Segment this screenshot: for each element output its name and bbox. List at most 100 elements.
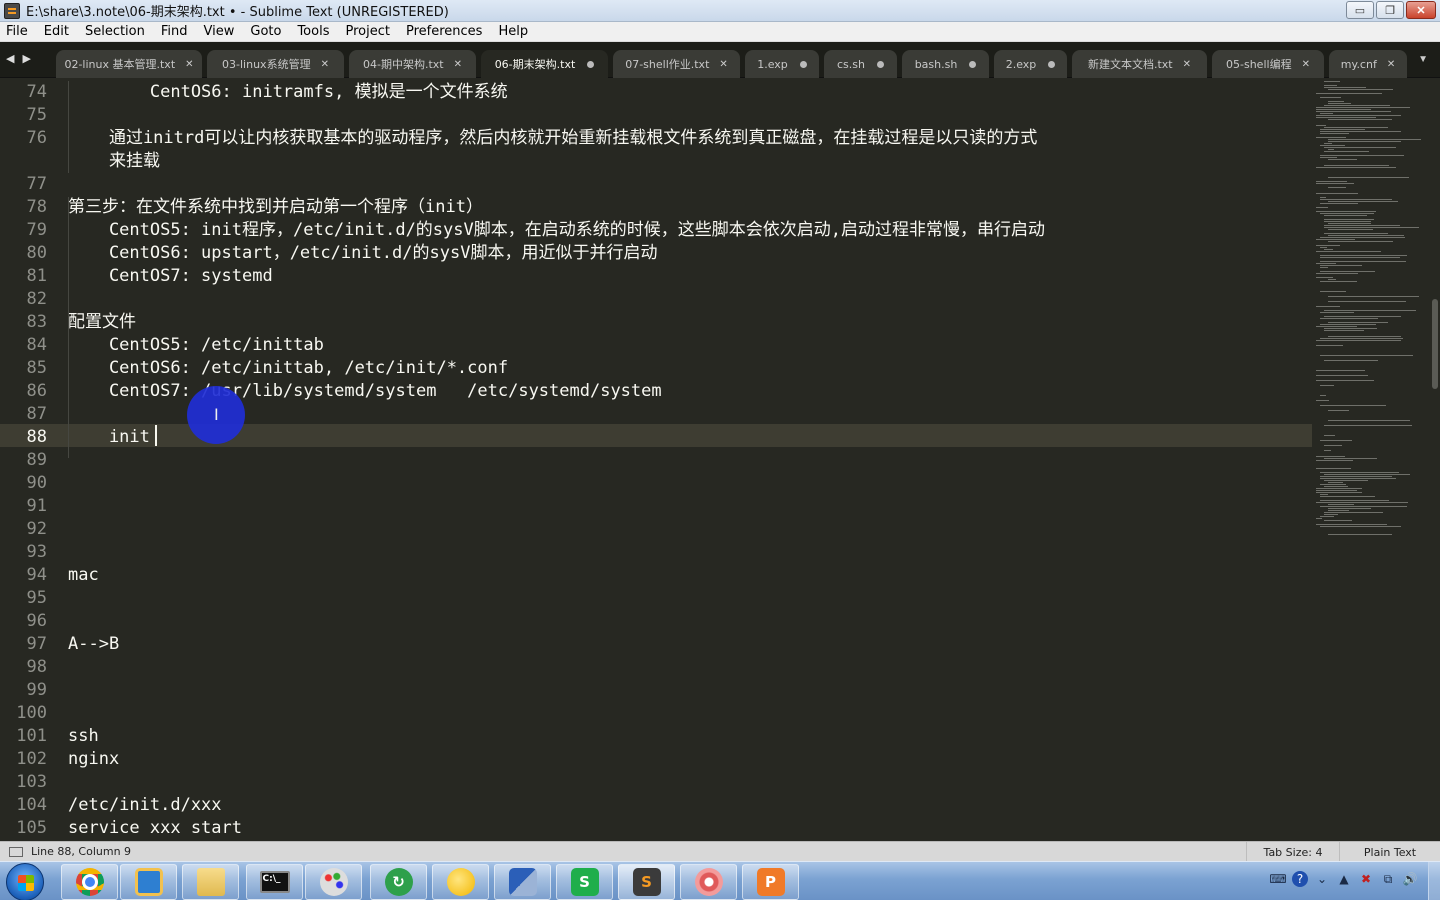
input-method-icon[interactable]: ⌄ bbox=[1314, 871, 1330, 887]
code-line[interactable]: CentOS6: /etc/inittab, /etc/init/*.conf bbox=[68, 357, 508, 380]
menu-bar: File Edit Selection Find View Goto Tools… bbox=[0, 22, 1440, 42]
code-line[interactable]: CentOS6: initramfs, 模拟是一个文件系统 bbox=[68, 81, 508, 104]
code-line[interactable]: /etc/init.d/xxx bbox=[68, 794, 222, 817]
tab-close-icon[interactable]: ✕ bbox=[1387, 59, 1395, 70]
taskbar-shell-client[interactable] bbox=[680, 864, 737, 900]
menu-view[interactable]: View bbox=[202, 24, 237, 39]
tab-back-icon[interactable]: ◀ bbox=[6, 52, 14, 65]
minimap[interactable] bbox=[1312, 79, 1430, 841]
help-icon[interactable]: ? bbox=[1292, 871, 1308, 887]
minimap-line bbox=[1316, 524, 1387, 525]
tab-forward-icon[interactable]: ▶ bbox=[22, 52, 30, 65]
menu-edit[interactable]: Edit bbox=[42, 24, 71, 39]
tab-4[interactable]: 06-期末架构.txt bbox=[481, 50, 608, 78]
taskbar-messenger[interactable] bbox=[432, 864, 489, 900]
code-line[interactable]: 第三步：在文件系统中找到并启动第一个程序（init） bbox=[68, 196, 483, 219]
tab-close-icon[interactable]: ✕ bbox=[185, 59, 193, 70]
code-line[interactable]: nginx bbox=[68, 748, 119, 771]
code-line[interactable]: 配置文件 bbox=[68, 311, 136, 334]
code-line[interactable]: mac bbox=[68, 564, 99, 587]
tab-12[interactable]: my.cnf ✕ bbox=[1329, 50, 1407, 78]
syntax-selector[interactable]: Plain Text bbox=[1339, 842, 1440, 862]
action-center-icon[interactable]: ✖ bbox=[1358, 871, 1374, 887]
menu-selection[interactable]: Selection bbox=[83, 24, 147, 39]
editor-area[interactable]: 74 75 76 77 78 79 80 81 82 83 84 85 86 87 88 89 90 91 92 93… bbox=[0, 79, 1312, 841]
tab-list-dropdown-icon[interactable]: ▼ bbox=[1418, 54, 1428, 65]
tab-9[interactable]: 2.exp bbox=[994, 50, 1067, 78]
tab-label: 03-linux系统管理 bbox=[222, 58, 311, 71]
taskbar-chrome[interactable] bbox=[61, 864, 118, 900]
menu-find[interactable]: Find bbox=[159, 24, 190, 39]
tab-close-icon[interactable]: ✕ bbox=[719, 59, 727, 70]
show-hidden-icons-icon[interactable]: ▲ bbox=[1336, 871, 1352, 887]
line-number: 104 bbox=[16, 795, 47, 815]
vertical-scrollbar[interactable] bbox=[1430, 79, 1440, 841]
tab-close-icon[interactable]: ✕ bbox=[1302, 59, 1310, 70]
minimap-line bbox=[1320, 271, 1375, 272]
tab-2[interactable]: 03-linux系统管理 ✕ bbox=[207, 50, 344, 78]
code-line[interactable]: ssh bbox=[68, 725, 99, 748]
unsaved-dot-icon[interactable] bbox=[799, 60, 807, 68]
code-line[interactable]: CentOS5: init程序，/etc/init.d/的sysV脚本，在启动系… bbox=[68, 219, 1045, 242]
taskbar-paint[interactable] bbox=[305, 864, 362, 900]
line-number: 78 bbox=[26, 197, 47, 217]
menu-file[interactable]: File bbox=[4, 24, 30, 39]
unsaved-dot-icon[interactable] bbox=[876, 60, 884, 68]
code-line[interactable]: CentOS7: systemd bbox=[68, 265, 273, 288]
show-desktop-button[interactable] bbox=[1428, 862, 1440, 900]
window-titlebar[interactable]: E:\share\3.note\06-期末架构.txt • - Sublime … bbox=[0, 0, 1440, 22]
menu-preferences[interactable]: Preferences bbox=[404, 24, 484, 39]
tab-close-icon[interactable]: ✕ bbox=[321, 59, 329, 70]
code-line[interactable]: A-->B bbox=[68, 633, 119, 656]
code-line[interactable]: 来挂载 bbox=[68, 150, 160, 173]
code-line[interactable]: CentOS5: /etc/inittab bbox=[68, 334, 324, 357]
tab-close-icon[interactable]: ✕ bbox=[454, 59, 462, 70]
start-button[interactable] bbox=[6, 863, 44, 900]
unsaved-dot-icon[interactable] bbox=[969, 60, 977, 68]
taskbar-network-tool[interactable] bbox=[494, 864, 551, 900]
taskbar-sync[interactable]: ↻ bbox=[370, 864, 427, 900]
menu-project[interactable]: Project bbox=[343, 24, 391, 39]
tab-5[interactable]: 07-shell作业.txt ✕ bbox=[613, 50, 740, 78]
taskbar-sublime-text[interactable]: S bbox=[618, 864, 675, 900]
taskbar-terminal[interactable]: C:\_ bbox=[246, 864, 303, 900]
line-number: 93 bbox=[26, 542, 47, 562]
unsaved-dot-icon[interactable] bbox=[587, 60, 595, 68]
tab-7[interactable]: cs.sh bbox=[824, 50, 897, 78]
line-number: 100 bbox=[16, 703, 47, 723]
tab-1[interactable]: 02-linux 基本管理.txt ✕ bbox=[56, 50, 202, 78]
unsaved-dot-icon[interactable] bbox=[1048, 60, 1056, 68]
code-line[interactable]: 通过initrd可以让内核获取基本的驱动程序，然后内核就开始重新挂载根文件系统到… bbox=[68, 127, 1037, 150]
tab-close-icon[interactable]: ✕ bbox=[1183, 59, 1191, 70]
menu-help[interactable]: Help bbox=[496, 24, 530, 39]
panel-toggle-icon[interactable] bbox=[9, 846, 23, 857]
tab-8[interactable]: bash.sh bbox=[902, 50, 989, 78]
taskbar-wps-presentation[interactable]: P bbox=[742, 864, 799, 900]
menu-goto[interactable]: Goto bbox=[248, 24, 283, 39]
taskbar-file-manager[interactable] bbox=[120, 864, 177, 900]
code-line[interactable]: service xxx start bbox=[68, 817, 242, 840]
code-line[interactable]: init bbox=[68, 426, 150, 449]
minimap-line bbox=[1316, 167, 1396, 168]
tab-10[interactable]: 新建文本文档.txt ✕ bbox=[1072, 50, 1207, 78]
menu-tools[interactable]: Tools bbox=[295, 24, 331, 39]
taskbar-folder[interactable] bbox=[182, 864, 239, 900]
keyboard-icon[interactable]: ⌨ bbox=[1269, 871, 1286, 887]
tab-size-selector[interactable]: Tab Size: 4 bbox=[1246, 842, 1339, 862]
scrollbar-thumb[interactable] bbox=[1432, 299, 1438, 389]
volume-icon[interactable]: 🔊 bbox=[1402, 871, 1418, 887]
minimap-line bbox=[1320, 405, 1386, 406]
tab-3[interactable]: 04-期中架构.txt ✕ bbox=[349, 50, 476, 78]
minimize-button[interactable]: ▭ bbox=[1346, 1, 1374, 19]
tab-11[interactable]: 05-shell编程 ✕ bbox=[1212, 50, 1324, 78]
taskbar-wps-spreadsheet[interactable]: S bbox=[556, 864, 613, 900]
minimap-line bbox=[1320, 281, 1357, 282]
minimap-line bbox=[1320, 476, 1392, 477]
code-line[interactable]: CentOS6: upstart，/etc/init.d/的sysV脚本，用近似… bbox=[68, 242, 658, 265]
close-window-button[interactable]: ✕ bbox=[1406, 1, 1436, 19]
minimap-line bbox=[1328, 141, 1401, 142]
network-icon[interactable]: ⧉ bbox=[1380, 871, 1396, 887]
restore-button[interactable]: ❐ bbox=[1376, 1, 1404, 19]
tab-6[interactable]: 1.exp bbox=[745, 50, 819, 78]
code-line[interactable]: CentOS7: /usr/lib/systemd/system /etc/sy… bbox=[68, 380, 662, 403]
